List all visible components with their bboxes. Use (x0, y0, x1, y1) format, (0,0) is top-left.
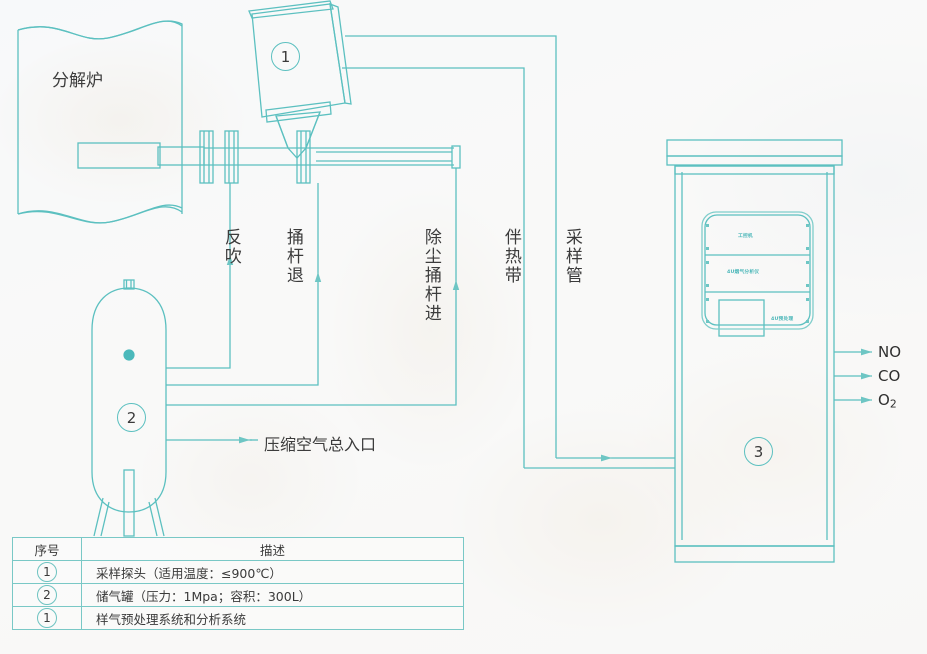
label-heat-tracing-belt: 伴热带 (500, 228, 521, 285)
cabinet-module-pretreatment: 4U预处理 (771, 316, 794, 322)
legend-cell-no: 1 (12, 560, 82, 584)
pneumatic-lines (166, 168, 457, 406)
label-gas-o2-text: O (878, 391, 890, 409)
table-row: 1 样气预处理系统和分析系统 (12, 606, 464, 630)
gas-outlet-arrows (861, 348, 872, 404)
callout-air-tank: 2 (117, 403, 146, 432)
table-row: 2 储气罐（压力：1Mpa；容积：300L） (12, 583, 464, 607)
label-gas-no: NO (878, 343, 902, 361)
legend-table: 序号 描述 1 采样探头（适用温度：≤900℃） 2 储气罐（压力：1Mpa；容… (12, 537, 464, 630)
legend-number-badge: 1 (37, 562, 57, 582)
decomposition-furnace-shape (17, 20, 183, 224)
legend-number-badge: 1 (37, 608, 57, 628)
diagram-canvas: 分解炉 反吹 捅杆退 除尘捅杆进 伴热带 采样管 压缩空气总入口 NO CO O… (0, 0, 927, 654)
cabinet-inlet-lines (524, 457, 675, 469)
sampling-probe-head (248, 0, 352, 159)
label-dedust-rod-advance: 除尘捅杆进 (420, 228, 441, 323)
legend-header-row: 序号 描述 (12, 537, 464, 561)
legend-cell-no: 1 (12, 606, 82, 630)
legend-header-desc: 描述 (81, 537, 464, 561)
air-inlet-arrow (239, 436, 250, 444)
cabinet-line-arrow (601, 454, 612, 462)
label-back-blow: 反吹 (220, 228, 241, 266)
label-gas-co: CO (878, 367, 901, 385)
legend-number-badge: 2 (37, 585, 57, 605)
label-sampling-tube: 采样管 (561, 228, 582, 285)
furnace-label: 分解炉 (52, 71, 103, 91)
analyzer-cabinet (666, 139, 843, 563)
callout-probe: 1 (271, 42, 300, 71)
table-row: 1 采样探头（适用温度：≤900℃） (12, 560, 464, 584)
legend-cell-no: 2 (12, 583, 82, 607)
legend-cell-desc: 采样探头（适用温度：≤900℃） (81, 560, 464, 584)
callout-cabinet: 3 (744, 437, 773, 466)
label-compressed-air-inlet: 压缩空气总入口 (264, 435, 377, 454)
label-gas-o2: O2 (878, 391, 897, 410)
probe-signal-lines (342, 35, 557, 468)
label-rod-retract: 捅杆退 (282, 228, 303, 285)
legend-cell-desc: 储气罐（压力：1Mpa；容积：300L） (81, 583, 464, 607)
label-gas-o2-subscript: 2 (889, 397, 897, 411)
legend-header-no: 序号 (12, 537, 82, 561)
furnace-nozzle (77, 142, 205, 169)
cabinet-module-industrial-pc: 工控机 (738, 233, 753, 239)
legend-cell-desc: 样气预处理系统和分析系统 (81, 606, 464, 630)
probe-pipe-assembly (199, 130, 461, 184)
cabinet-module-analyzer: 4U烟气分析仪 (727, 269, 760, 275)
